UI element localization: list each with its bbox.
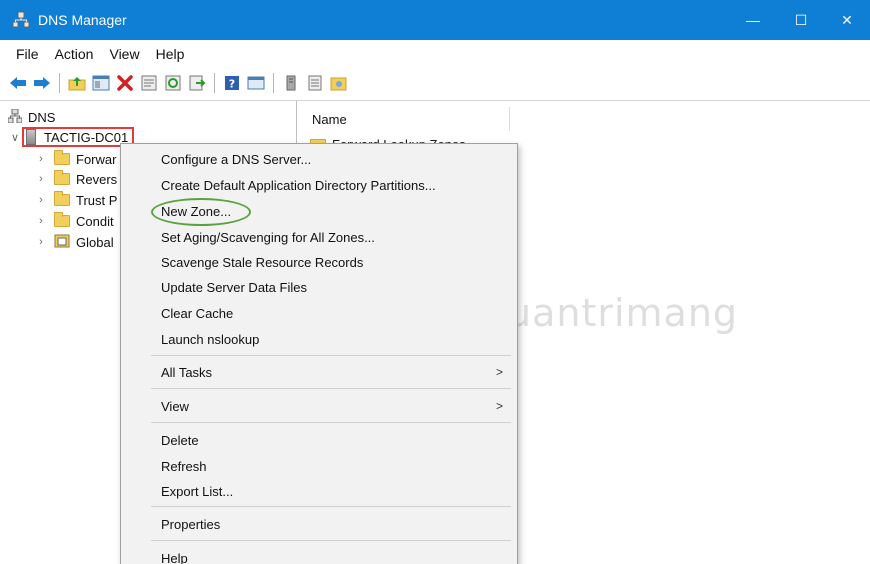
show-tree-icon[interactable] bbox=[91, 73, 111, 93]
chevron-right-icon[interactable]: › bbox=[34, 153, 48, 165]
server-highlight: TACTIG-DC01 bbox=[22, 127, 135, 147]
close-button[interactable]: ✕ bbox=[824, 0, 870, 40]
maximize-button[interactable]: ☐ bbox=[778, 0, 824, 40]
watermark-text: uantrimang bbox=[507, 291, 739, 335]
menu-bar: File Action View Help bbox=[0, 40, 870, 68]
delete-icon[interactable] bbox=[115, 73, 135, 93]
menu-separator bbox=[151, 506, 511, 507]
tree-item-trust[interactable]: › Trust P bbox=[34, 190, 117, 210]
chevron-right-icon[interactable]: › bbox=[34, 236, 48, 248]
ctx-export-list[interactable]: Export List... bbox=[121, 479, 517, 503]
menu-separator bbox=[151, 422, 511, 423]
toolbar-separator bbox=[59, 73, 60, 93]
tree-label: Condit bbox=[76, 213, 114, 229]
tree-item-conditional[interactable]: › Condit bbox=[34, 211, 114, 231]
toolbar-separator bbox=[214, 73, 215, 93]
server-icon[interactable] bbox=[281, 73, 301, 93]
refresh-icon[interactable] bbox=[163, 73, 183, 93]
menu-separator bbox=[151, 540, 511, 541]
tree-root-dns[interactable]: DNS bbox=[7, 107, 56, 127]
toolbar-separator bbox=[273, 73, 274, 93]
ctx-launch-nslookup[interactable]: Launch nslookup bbox=[121, 327, 517, 351]
ctx-refresh[interactable]: Refresh bbox=[121, 454, 517, 478]
up-folder-icon[interactable] bbox=[67, 73, 87, 93]
ctx-configure-dns-server[interactable]: Configure a DNS Server... bbox=[121, 147, 517, 171]
global-logs-icon bbox=[54, 234, 70, 251]
dns-icon bbox=[7, 108, 23, 126]
tree-item-reverse[interactable]: › Revers bbox=[34, 169, 117, 189]
ctx-help[interactable]: Help bbox=[121, 546, 517, 564]
menu-view[interactable]: View bbox=[101, 46, 147, 62]
column-header-name[interactable]: Name bbox=[304, 107, 510, 131]
ctx-update-server-data-files[interactable]: Update Server Data Files bbox=[121, 275, 517, 299]
tree-label-server: TACTIG-DC01 bbox=[44, 129, 129, 145]
submenu-arrow-icon: > bbox=[495, 399, 503, 413]
tree-label-dns: DNS bbox=[28, 109, 56, 125]
title-bar: DNS Manager — ☐ ✕ bbox=[0, 0, 870, 40]
toolbar: ? bbox=[0, 68, 870, 98]
context-menu: Configure a DNS Server... Create Default… bbox=[120, 143, 518, 564]
console-icon[interactable] bbox=[246, 73, 266, 93]
ctx-view-label: View bbox=[161, 398, 189, 414]
ctx-all-tasks-label: All Tasks bbox=[161, 364, 213, 380]
svg-text:?: ? bbox=[229, 78, 235, 91]
submenu-arrow-icon: > bbox=[495, 365, 503, 379]
window-title: DNS Manager bbox=[38, 12, 127, 28]
menu-separator bbox=[151, 355, 511, 356]
tree-item-server[interactable]: ∨ TACTIG-DC01 bbox=[8, 127, 135, 147]
ctx-set-aging-scavenging[interactable]: Set Aging/Scavenging for All Zones... bbox=[121, 225, 517, 249]
tree-item-forward[interactable]: › Forwar bbox=[34, 149, 116, 169]
chevron-down-icon[interactable]: ∨ bbox=[8, 131, 22, 144]
tree-label: Trust P bbox=[76, 192, 118, 208]
back-icon[interactable] bbox=[8, 73, 28, 93]
menu-file[interactable]: File bbox=[8, 46, 47, 62]
folder-icon bbox=[54, 150, 70, 165]
tree-label: Forwar bbox=[76, 151, 117, 167]
tree-label: Revers bbox=[76, 171, 118, 187]
minimize-button[interactable]: — bbox=[730, 0, 776, 40]
chevron-right-icon[interactable]: › bbox=[34, 215, 48, 227]
new-zone-highlight bbox=[151, 198, 251, 226]
ctx-clear-cache[interactable]: Clear Cache bbox=[121, 301, 517, 325]
menu-separator bbox=[151, 388, 511, 389]
ctx-view[interactable]: View > bbox=[121, 394, 517, 418]
help-icon[interactable]: ? bbox=[222, 73, 242, 93]
chevron-right-icon[interactable]: › bbox=[34, 194, 48, 206]
list-icon[interactable] bbox=[305, 73, 325, 93]
ctx-all-tasks[interactable]: All Tasks > bbox=[121, 360, 517, 384]
properties-icon[interactable] bbox=[139, 73, 159, 93]
folder-icon bbox=[54, 212, 70, 227]
dns-manager-icon bbox=[12, 11, 30, 29]
server-icon bbox=[26, 129, 36, 145]
export-icon[interactable] bbox=[187, 73, 207, 93]
tree-label: Global bbox=[76, 234, 114, 250]
ctx-scavenge-stale-records[interactable]: Scavenge Stale Resource Records bbox=[121, 250, 517, 274]
chevron-right-icon[interactable]: › bbox=[34, 173, 48, 185]
menu-help[interactable]: Help bbox=[148, 46, 193, 62]
ctx-create-default-partitions[interactable]: Create Default Application Directory Par… bbox=[121, 173, 517, 197]
forward-icon[interactable] bbox=[32, 73, 52, 93]
folder-icon bbox=[54, 191, 70, 206]
ctx-properties[interactable]: Properties bbox=[121, 512, 517, 536]
zone-icon[interactable] bbox=[329, 73, 349, 93]
menu-action[interactable]: Action bbox=[47, 46, 102, 62]
ctx-delete[interactable]: Delete bbox=[121, 428, 517, 452]
tree-item-global[interactable]: › Global bbox=[34, 232, 114, 252]
folder-icon bbox=[54, 170, 70, 185]
